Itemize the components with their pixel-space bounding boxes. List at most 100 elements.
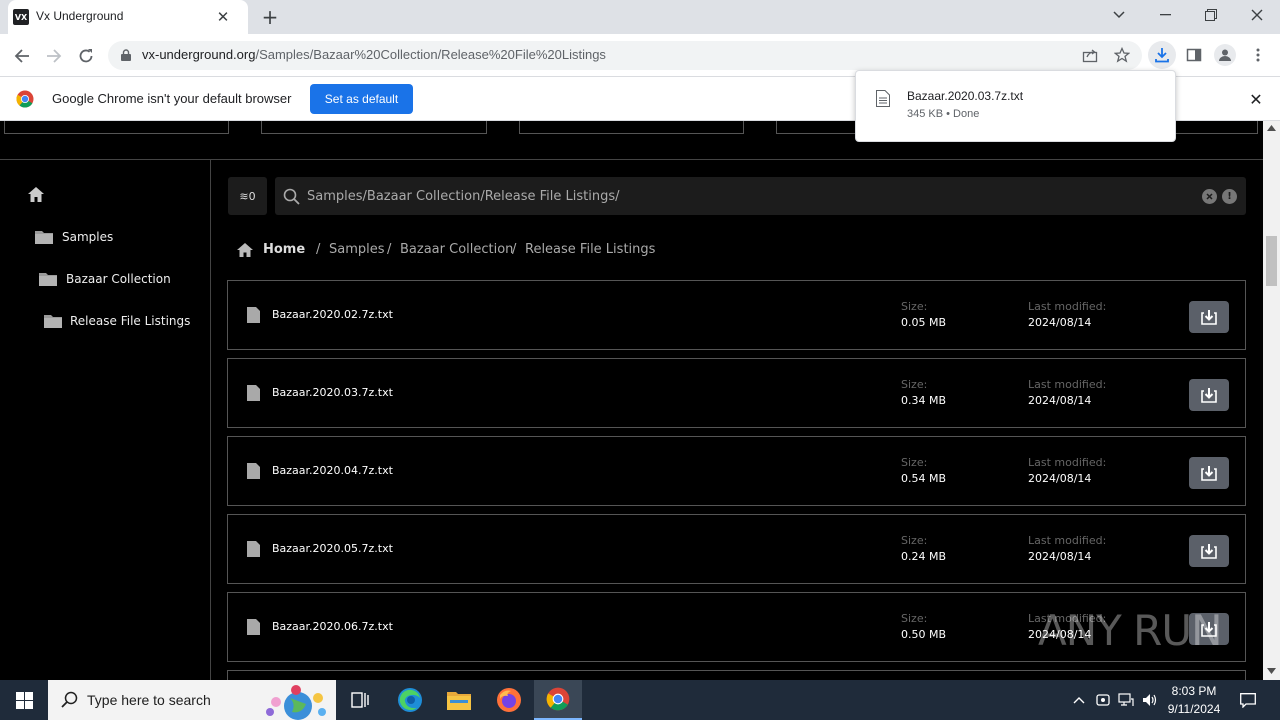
back-button[interactable] (10, 44, 34, 68)
tab-title: Vx Underground (36, 9, 124, 23)
download-icon (1201, 310, 1217, 325)
home-icon[interactable] (27, 186, 45, 203)
file-name[interactable]: Bazaar.2020.02.7z.txt (272, 308, 393, 321)
tab-search-chevron-icon[interactable] (1104, 4, 1134, 26)
download-icon (1201, 466, 1217, 481)
infobar-message: Google Chrome isn't your default browser (52, 91, 292, 106)
side-panel-icon[interactable] (1184, 45, 1204, 65)
edge-icon[interactable] (386, 680, 434, 720)
document-icon (876, 90, 890, 107)
file-size: 0.54 MB (901, 472, 947, 485)
breadcrumb-samples[interactable]: Samples (329, 242, 385, 257)
menu-kebab-icon[interactable] (1250, 45, 1266, 65)
taskbar-search-placeholder: Type here to search (87, 692, 211, 708)
breadcrumb-bazaar-collection[interactable]: Bazaar Collection (400, 242, 513, 257)
infobar-close-icon[interactable]: ✕ (1247, 90, 1265, 109)
top-card (519, 121, 744, 134)
scroll-up-arrow-icon[interactable] (1267, 125, 1276, 131)
size-label: Size: (901, 378, 928, 391)
taskbar-date[interactable]: 9/11/2024 (1160, 702, 1228, 716)
bookmark-star-icon[interactable] (1112, 45, 1132, 65)
breadcrumb-home[interactable]: Home (263, 242, 305, 257)
scroll-down-arrow-icon[interactable] (1267, 668, 1276, 674)
sidebar-item-bazaar-collection[interactable]: Bazaar Collection (66, 272, 171, 286)
file-size: 0.05 MB (901, 316, 947, 329)
download-button[interactable] (1189, 301, 1229, 333)
meet-now-icon[interactable] (1094, 690, 1112, 710)
breadcrumb-separator: / (316, 242, 321, 257)
reload-button[interactable] (74, 44, 98, 68)
volume-icon[interactable] (1141, 690, 1159, 710)
file-size: 0.24 MB (901, 550, 947, 563)
clear-search-icon[interactable] (1202, 189, 1217, 204)
file-row[interactable] (227, 670, 1246, 680)
network-icon[interactable] (1117, 690, 1135, 710)
file-modified: 2024/08/14 (1028, 472, 1092, 485)
breadcrumb-release-file-listings[interactable]: Release File Listings (525, 242, 655, 257)
breadcrumb-home-icon (236, 242, 254, 258)
taskbar-search-icon (61, 691, 78, 708)
top-card (261, 121, 487, 134)
file-size: 0.50 MB (901, 628, 947, 641)
file-name[interactable]: Bazaar.2020.04.7z.txt (272, 464, 393, 477)
restore-button[interactable] (1196, 4, 1226, 26)
close-window-button[interactable] (1242, 4, 1272, 26)
new-tab-button[interactable]: + (259, 5, 281, 29)
share-icon[interactable] (1080, 45, 1100, 65)
set-as-default-button[interactable]: Set as default (310, 84, 413, 114)
size-label: Size: (901, 612, 928, 625)
file-icon (247, 541, 260, 557)
breadcrumb-separator: / (387, 242, 392, 257)
download-status: 345 KB • Done (907, 108, 980, 120)
file-size: 0.34 MB (901, 394, 947, 407)
folder-icon (35, 229, 53, 244)
url-text[interactable]: vx-underground.org/Samples/Bazaar%20Coll… (142, 47, 606, 62)
size-label: Size: (901, 456, 928, 469)
taskbar-time[interactable]: 8:03 PM (1160, 684, 1228, 698)
search-highlight-globe-icon (262, 684, 332, 720)
notification-center-icon[interactable] (1236, 688, 1260, 712)
search-icon (283, 188, 300, 205)
file-icon (247, 307, 260, 323)
filter-button[interactable]: ≋0 (228, 177, 267, 215)
breadcrumb-separator: / (512, 242, 517, 257)
chrome-logo-icon (16, 90, 34, 108)
download-icon (1201, 544, 1217, 559)
sidebar-item-samples[interactable]: Samples (62, 230, 113, 244)
modified-label: Last modified: (1028, 534, 1107, 547)
page-scrollbar[interactable] (1263, 121, 1280, 680)
size-label: Size: (901, 534, 928, 547)
url-path: /Samples/Bazaar%20Collection/Release%20F… (255, 47, 606, 62)
firefox-icon[interactable] (485, 680, 533, 720)
scrollbar-thumb[interactable] (1266, 236, 1277, 286)
file-name[interactable]: Bazaar.2020.06.7z.txt (272, 620, 393, 633)
download-button[interactable] (1189, 535, 1229, 567)
task-view-icon[interactable] (336, 680, 384, 720)
download-button[interactable] (1189, 457, 1229, 489)
file-explorer-icon[interactable] (435, 680, 483, 720)
minimize-button[interactable] (1150, 4, 1180, 26)
windows-start-button[interactable] (0, 680, 48, 720)
modified-label: Last modified: (1028, 378, 1107, 391)
file-modified: 2024/08/14 (1028, 316, 1092, 329)
file-icon (247, 619, 260, 635)
top-card (4, 121, 229, 134)
file-icon (247, 385, 260, 401)
forward-button[interactable] (42, 44, 66, 68)
chrome-taskbar-icon[interactable] (534, 680, 582, 720)
file-name[interactable]: Bazaar.2020.03.7z.txt (272, 386, 393, 399)
sidebar-item-release-file-listings[interactable]: Release File Listings (70, 314, 190, 328)
folder-icon (44, 313, 62, 328)
modified-label: Last modified: (1028, 456, 1107, 469)
download-button[interactable] (1189, 379, 1229, 411)
downloads-button[interactable] (1148, 41, 1176, 69)
tab-close-icon[interactable]: ✕ (214, 8, 232, 26)
file-modified: 2024/08/14 (1028, 550, 1092, 563)
download-filename[interactable]: Bazaar.2020.03.7z.txt (907, 89, 1023, 103)
show-hidden-icons-chevron[interactable] (1070, 690, 1088, 710)
file-name[interactable]: Bazaar.2020.05.7z.txt (272, 542, 393, 555)
profile-avatar[interactable] (1214, 44, 1236, 66)
file-icon (247, 463, 260, 479)
lock-icon[interactable] (121, 49, 131, 61)
info-icon[interactable]: ! (1222, 189, 1237, 204)
